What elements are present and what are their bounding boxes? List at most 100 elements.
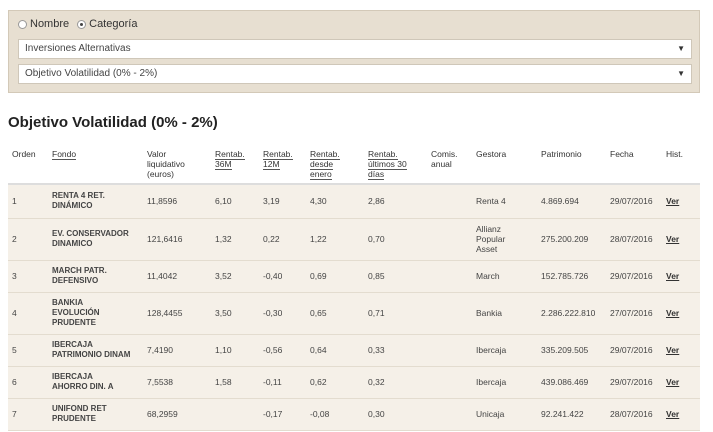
cell-rent30: 0,32 xyxy=(364,366,427,399)
filter-panel: Nombre Categoría Inversiones Alternativa… xyxy=(8,10,700,93)
ver-history-link[interactable]: Ver xyxy=(666,271,679,281)
funds-table: Orden Fondo Valor liquidativo (euros) Rent… xyxy=(8,141,700,431)
cell-rent12: -0,56 xyxy=(259,334,306,367)
table-row: 7 UNIFOND RET PRUDENTE 68,2959 -0,17 -0,0… xyxy=(8,398,700,431)
cell-rent30: 0,85 xyxy=(364,260,427,293)
cell-gestora: Ibercaja xyxy=(472,366,537,399)
col-rent-enero[interactable]: Rentab. desde enero xyxy=(306,141,364,185)
cell-fecha: 29/07/2016 xyxy=(606,260,662,293)
ver-history-link[interactable]: Ver xyxy=(666,409,679,419)
category-select[interactable]: Objetivo Volatilidad (0% - 2%) ▼ xyxy=(18,64,692,84)
cell-rent36: 3,50 xyxy=(211,292,259,335)
cell-rent12: -0,11 xyxy=(259,366,306,399)
ver-history-link[interactable]: Ver xyxy=(666,308,679,318)
col-fondo[interactable]: Fondo xyxy=(48,141,143,185)
cell-rent12: -0,40 xyxy=(259,260,306,293)
cell-hist: Ver xyxy=(662,260,700,293)
cell-comis xyxy=(427,398,472,431)
cell-patrimonio: 152.785.726 xyxy=(537,260,606,293)
cell-comis xyxy=(427,334,472,367)
cell-rent30: 0,70 xyxy=(364,218,427,261)
col-orden: Orden xyxy=(8,141,48,185)
fund-type-select-value: Inversiones Alternativas xyxy=(25,43,131,54)
cell-rent12: -0,17 xyxy=(259,398,306,431)
cell-rent-enero: 1,22 xyxy=(306,218,364,261)
cell-rent12: -0,30 xyxy=(259,292,306,335)
cell-valor: 121,6416 xyxy=(143,218,211,261)
ver-history-link[interactable]: Ver xyxy=(666,377,679,387)
cell-fecha: 29/07/2016 xyxy=(606,334,662,367)
cell-rent36: 1,32 xyxy=(211,218,259,261)
cell-fondo: IBERCAJA AHORRO DIN. A xyxy=(48,366,143,399)
cell-fecha: 29/07/2016 xyxy=(606,184,662,219)
cell-hist: Ver xyxy=(662,398,700,431)
cell-rent12: 3,19 xyxy=(259,184,306,219)
cell-patrimonio: 4.869.694 xyxy=(537,184,606,219)
cell-orden: 4 xyxy=(8,292,48,335)
cell-rent-enero: 0,69 xyxy=(306,260,364,293)
cell-fecha: 29/07/2016 xyxy=(606,366,662,399)
cell-rent-enero: -0,08 xyxy=(306,398,364,431)
cell-rent30: 0,71 xyxy=(364,292,427,335)
cell-patrimonio: 335.209.505 xyxy=(537,334,606,367)
cell-patrimonio: 275.200.209 xyxy=(537,218,606,261)
cell-rent36: 1,58 xyxy=(211,366,259,399)
cell-rent12: 0,22 xyxy=(259,218,306,261)
cell-comis xyxy=(427,260,472,293)
cell-valor: 7,5538 xyxy=(143,366,211,399)
cell-rent36: 6,10 xyxy=(211,184,259,219)
col-comis: Comis. anual xyxy=(427,141,472,185)
cell-gestora: Renta 4 xyxy=(472,184,537,219)
col-rent30[interactable]: Rentab. últimos 30 días xyxy=(364,141,427,185)
cell-rent36: 3,52 xyxy=(211,260,259,293)
cell-rent36: 1,10 xyxy=(211,334,259,367)
table-header-row: Orden Fondo Valor liquidativo (euros) Rent… xyxy=(8,141,700,185)
cell-comis xyxy=(427,184,472,219)
cell-gestora: Unicaja xyxy=(472,398,537,431)
col-rent12[interactable]: Rentab. 12M xyxy=(259,141,306,185)
cell-rent-enero: 0,65 xyxy=(306,292,364,335)
cell-gestora: Bankia xyxy=(472,292,537,335)
cell-hist: Ver xyxy=(662,334,700,367)
cell-patrimonio: 2.286.222.810 xyxy=(537,292,606,335)
cell-orden: 2 xyxy=(8,218,48,261)
cell-orden: 3 xyxy=(8,260,48,293)
ver-history-link[interactable]: Ver xyxy=(666,345,679,355)
radio-categoria[interactable] xyxy=(77,19,87,29)
fund-type-select[interactable]: Inversiones Alternativas ▼ xyxy=(18,39,692,59)
cell-valor: 128,4455 xyxy=(143,292,211,335)
cell-fondo: RENTA 4 RET. DINÁMICO xyxy=(48,184,143,219)
cell-valor: 11,4042 xyxy=(143,260,211,293)
col-fecha: Fecha xyxy=(606,141,662,185)
ver-history-link[interactable]: Ver xyxy=(666,234,679,244)
radio-nombre[interactable] xyxy=(18,19,27,29)
cell-orden: 5 xyxy=(8,334,48,367)
cell-orden: 6 xyxy=(8,366,48,399)
cell-rent30: 0,30 xyxy=(364,398,427,431)
cell-fecha: 28/07/2016 xyxy=(606,218,662,261)
cell-valor: 11,8596 xyxy=(143,184,211,219)
category-select-value: Objetivo Volatilidad (0% - 2%) xyxy=(25,68,158,79)
cell-orden: 1 xyxy=(8,184,48,219)
cell-gestora: Allianz Popular Asset xyxy=(472,218,537,261)
cell-fecha: 28/07/2016 xyxy=(606,398,662,431)
col-patrimonio: Patrimonio xyxy=(537,141,606,185)
ver-history-link[interactable]: Ver xyxy=(666,196,679,206)
cell-rent30: 0,33 xyxy=(364,334,427,367)
cell-hist: Ver xyxy=(662,292,700,335)
table-row: 1 RENTA 4 RET. DINÁMICO 11,8596 6,10 3,19… xyxy=(8,184,700,219)
col-valor: Valor liquidativo (euros) xyxy=(143,141,211,185)
chevron-down-icon: ▼ xyxy=(677,69,685,78)
radio-nombre-label[interactable]: Nombre xyxy=(30,18,69,30)
cell-hist: Ver xyxy=(662,184,700,219)
cell-rent-enero: 0,62 xyxy=(306,366,364,399)
cell-fondo: EV. CONSERVADOR DINAMICO xyxy=(48,218,143,261)
cell-valor: 68,2959 xyxy=(143,398,211,431)
search-mode-radios: Nombre Categoría xyxy=(18,18,145,30)
cell-valor: 7,4190 xyxy=(143,334,211,367)
col-rent36[interactable]: Rentab. 36M xyxy=(211,141,259,185)
cell-gestora: March xyxy=(472,260,537,293)
cell-fecha: 27/07/2016 xyxy=(606,292,662,335)
cell-fondo: IBERCAJA PATRIMONIO DINAM xyxy=(48,334,143,367)
radio-categoria-label[interactable]: Categoría xyxy=(89,18,137,30)
